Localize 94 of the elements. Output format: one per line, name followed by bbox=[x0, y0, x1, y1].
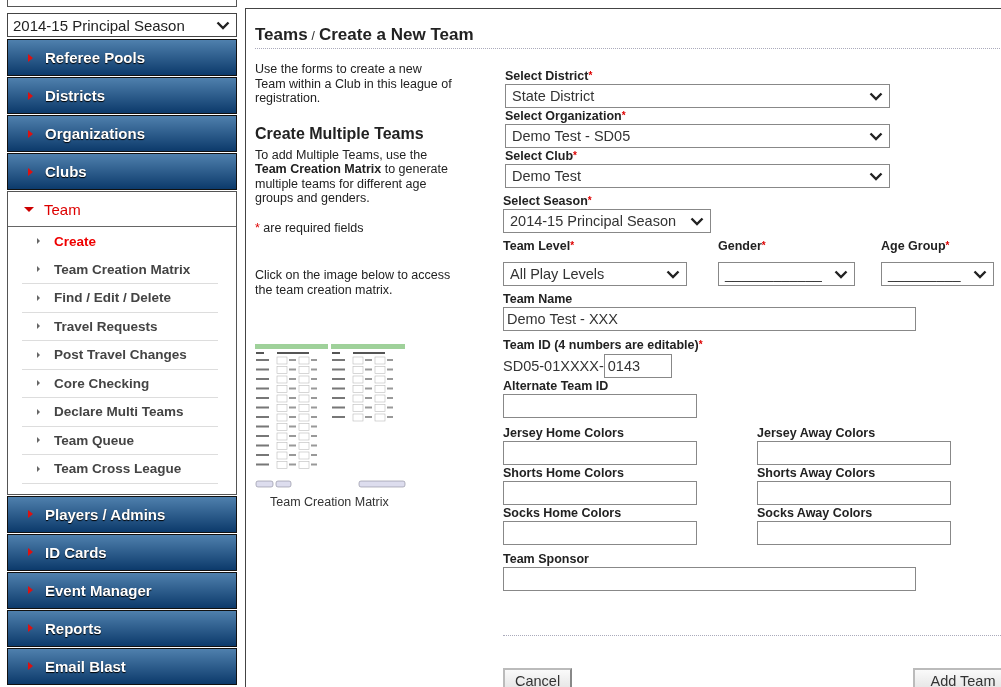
team-id-input[interactable]: 0143 bbox=[603, 353, 672, 378]
text-input[interactable] bbox=[757, 441, 951, 465]
team-id-prefix: SD05-01XXXX- bbox=[503, 357, 604, 374]
nav-section-button[interactable]: ID Cards bbox=[7, 533, 237, 571]
section-heading: Create Multiple Teams bbox=[255, 124, 425, 143]
chevron-down-icon bbox=[690, 216, 704, 226]
dropdown-select[interactable]: All Play Levels bbox=[503, 262, 687, 286]
nav-section-button[interactable]: Players / Admins bbox=[7, 495, 237, 533]
nav-subitem[interactable]: Create bbox=[22, 227, 218, 256]
field-label: Socks Away Colors bbox=[757, 506, 874, 521]
dropdown-select[interactable]: Demo Test bbox=[505, 164, 890, 188]
caret-right-icon bbox=[28, 624, 33, 632]
field-label: Select District* bbox=[505, 69, 594, 84]
nav-subitem[interactable]: Team Creation Matrix bbox=[22, 255, 218, 284]
required-note: are required fields bbox=[263, 220, 364, 235]
caret-right-icon bbox=[28, 586, 33, 594]
bullet-triangle-icon bbox=[37, 465, 40, 472]
text-input[interactable] bbox=[757, 481, 951, 505]
caret-down-icon bbox=[24, 206, 34, 212]
cancel-button[interactable]: Cancel bbox=[503, 668, 573, 687]
field-label: Alternate Team ID bbox=[503, 379, 610, 394]
text-input[interactable] bbox=[503, 481, 697, 505]
bullet-triangle-icon bbox=[37, 437, 40, 444]
caret-right-icon bbox=[28, 510, 33, 518]
instructions-text: To add Multiple Teams, use the Team Creation Matrix to generate multiple teams for different age groups and genders. bbox=[255, 147, 449, 206]
dropdown-select[interactable]: State District bbox=[505, 84, 890, 108]
caret-right-icon bbox=[28, 548, 33, 556]
page-title: Create a New Team bbox=[318, 25, 474, 45]
field-label: Team ID (4 numbers are editable)* bbox=[503, 338, 703, 353]
caret-right-icon bbox=[28, 91, 33, 100]
chevron-down-icon bbox=[216, 20, 230, 30]
field-label: Jersey Away Colors bbox=[757, 426, 877, 441]
bullet-triangle-icon bbox=[37, 294, 40, 301]
bullet-triangle-icon bbox=[37, 323, 40, 330]
field-label: Team Level* bbox=[503, 239, 576, 254]
matrix-hint-text: Click on the image below to access the team creation matrix. bbox=[255, 268, 452, 297]
breadcrumb-section: Teams bbox=[255, 25, 308, 45]
chevron-down-icon bbox=[869, 131, 883, 141]
add-team-button[interactable]: Add Team bbox=[913, 668, 1001, 687]
field-label: Select Organization* bbox=[505, 109, 627, 124]
dropdown-select[interactable]: _________ bbox=[881, 262, 994, 286]
text-input[interactable] bbox=[503, 394, 697, 418]
nav-subitem[interactable]: Find / Edit / Delete bbox=[22, 284, 218, 313]
bullet-triangle-icon bbox=[37, 351, 40, 358]
field-label: Jersey Home Colors bbox=[503, 426, 625, 441]
field-label: Age Group* bbox=[881, 239, 951, 254]
text-input[interactable] bbox=[757, 521, 951, 545]
field-label: Gender* bbox=[718, 239, 767, 254]
field-label: Shorts Home Colors bbox=[503, 466, 625, 481]
chevron-down-icon bbox=[834, 269, 848, 279]
caret-right-icon bbox=[28, 662, 33, 670]
nav-subitem[interactable]: Core Checking bbox=[22, 369, 218, 398]
dropdown-select[interactable]: Demo Test - SD05 bbox=[505, 124, 890, 148]
field-label: Team Sponsor bbox=[503, 552, 590, 567]
nav-section-button[interactable]: Reports bbox=[7, 609, 237, 647]
caret-right-icon bbox=[28, 167, 33, 176]
caret-right-icon bbox=[28, 53, 33, 62]
season-select[interactable]: 2014-15 Principal Season bbox=[7, 13, 237, 37]
bullet-triangle-icon bbox=[37, 238, 40, 245]
intro-text: Use the forms to create a new Team within a Club in this league of registration. bbox=[255, 62, 453, 106]
bullet-triangle-icon bbox=[37, 380, 40, 387]
breadcrumb-separator: / bbox=[311, 29, 315, 43]
chevron-down-icon bbox=[869, 91, 883, 101]
chevron-down-icon bbox=[666, 269, 680, 279]
bullet-triangle-icon bbox=[37, 266, 40, 273]
nav-section-button[interactable]: Referee Pools bbox=[7, 39, 237, 76]
text-input[interactable] bbox=[503, 567, 916, 591]
dropdown-select[interactable]: ____________ bbox=[718, 262, 855, 286]
matrix-caption: Team Creation Matrix bbox=[270, 495, 390, 510]
field-label: Socks Home Colors bbox=[503, 506, 623, 521]
text-input[interactable] bbox=[503, 521, 697, 545]
nav-subitem[interactable]: Post Travel Changes bbox=[22, 341, 218, 370]
required-asterisk: * bbox=[255, 220, 260, 235]
chevron-down-icon bbox=[973, 269, 987, 279]
nav-section-button[interactable]: Clubs bbox=[7, 153, 237, 190]
field-label: Team Name bbox=[503, 292, 574, 307]
nav-section-header[interactable]: Team bbox=[8, 192, 236, 227]
nav-section-button[interactable]: Email Blast bbox=[7, 647, 237, 685]
bullet-triangle-icon bbox=[37, 408, 40, 415]
field-label: Select Club* bbox=[505, 149, 578, 164]
caret-right-icon bbox=[28, 129, 33, 138]
field-label: Shorts Away Colors bbox=[757, 466, 877, 481]
field-label: Select Season* bbox=[503, 194, 593, 209]
nav-section-button[interactable]: Organizations bbox=[7, 115, 237, 152]
chevron-down-icon bbox=[869, 171, 883, 181]
nav-subitem[interactable]: Team Queue bbox=[22, 426, 218, 455]
nav-section-button[interactable]: Event Manager bbox=[7, 571, 237, 609]
text-input[interactable]: Demo Test - XXX bbox=[503, 307, 916, 331]
nav-section-button[interactable]: Districts bbox=[7, 77, 237, 114]
nav-subitem[interactable]: Team Cross League bbox=[22, 455, 218, 484]
nav-subitem[interactable]: Declare Multi Teams bbox=[22, 398, 218, 427]
dropdown-select[interactable]: 2014-15 Principal Season bbox=[503, 209, 711, 233]
text-input[interactable] bbox=[503, 441, 697, 465]
nav-subitem[interactable]: Travel Requests bbox=[22, 312, 218, 341]
